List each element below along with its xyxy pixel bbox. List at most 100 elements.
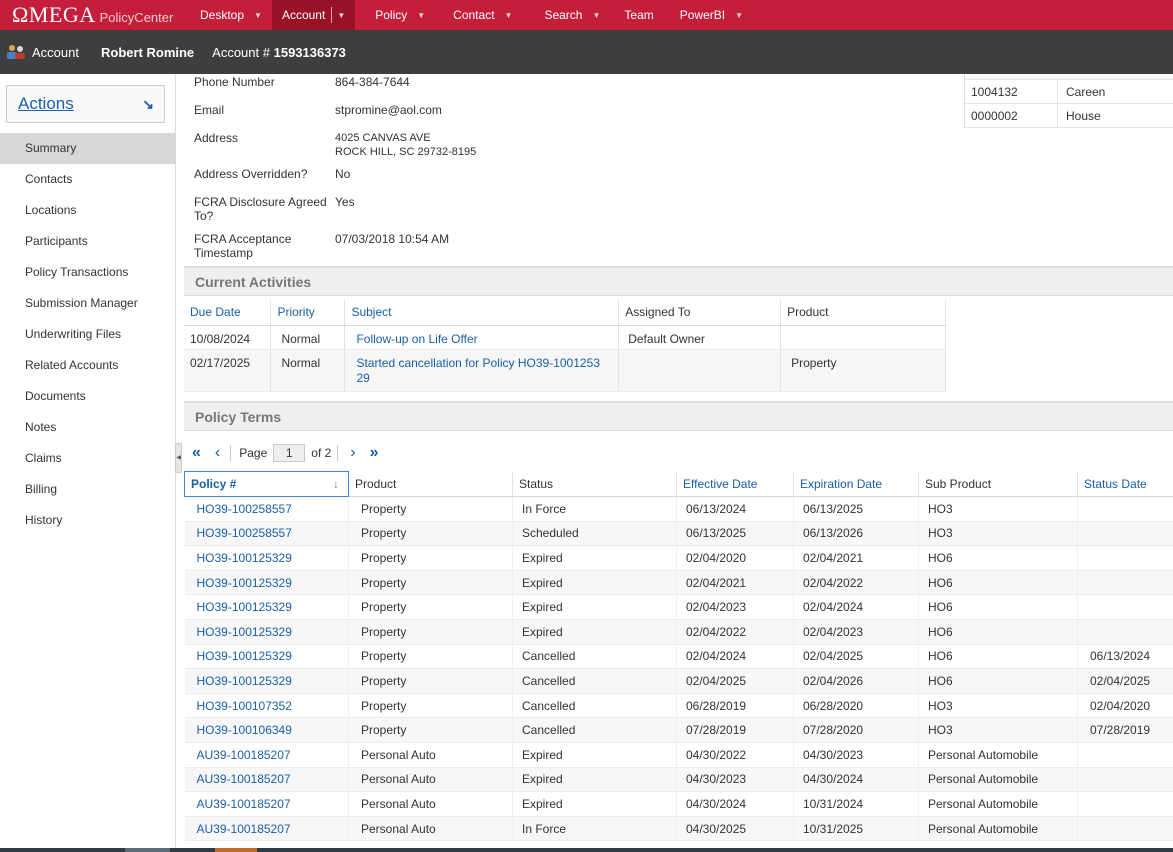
page-label: Page [239,446,268,460]
policy-number-link[interactable]: HO39-100125329 [184,668,349,694]
policy-number-link[interactable]: AU39-100185207 [184,742,349,768]
pager: « ‹ Page of 2 › » [192,441,379,465]
activity-subject-link[interactable]: Started cancellation for Policy HO39-100… [344,349,620,392]
policy-number-link[interactable]: HO39-100125329 [184,644,349,670]
col-status-date[interactable]: Status Date [1077,471,1173,497]
nav-team[interactable]: Team [614,0,663,30]
sidebar-item-documents[interactable]: Documents [0,381,176,412]
chevron-down-icon[interactable]: ▼ [505,11,513,20]
table-row[interactable]: AU39-100185207 Personal Auto Expired 04/30/… [184,791,1173,817]
policy-expiration-date: 02/04/2024 [793,594,919,620]
sidebar-item-claims[interactable]: Claims [0,443,176,474]
chevron-down-icon[interactable]: ▼ [735,11,743,20]
chevron-down-icon[interactable]: ▼ [417,11,425,20]
sidebar-collapse-handle[interactable]: ◀ [175,443,182,473]
producer-code-row[interactable]: 0000002 House [965,103,1173,128]
table-row[interactable]: HO39-100125329 Property Cancelled 02/04/202… [184,668,1173,694]
account-header: Account Robert Romine Account # 15931363… [0,30,1173,74]
sidebar-item-participants[interactable]: Participants [0,226,176,257]
first-page-icon[interactable]: « [192,444,201,462]
policy-number-link[interactable]: AU39-100185207 [184,767,349,793]
pager-divider [337,445,339,461]
col-due-date[interactable]: Due Date [184,300,272,326]
table-row[interactable]: HO39-100258557 Property In Force 06/13/2024… [184,496,1173,522]
col-policy-number[interactable]: Policy # ↓ [184,471,349,497]
table-row[interactable]: 02/17/2025 Normal Started cancellation f… [184,349,946,392]
col-assigned-to[interactable]: Assigned To [618,300,782,326]
nav-contact[interactable]: Contact ▼ [443,0,522,30]
address-line1: 4025 CANVAS AVE [335,132,431,144]
policy-number-link[interactable]: HO39-100258557 [184,521,349,547]
policy-status: Expired [512,594,677,620]
policy-number-link[interactable]: HO39-100125329 [184,594,349,620]
sidebar-item-contacts[interactable]: Contacts [0,164,176,195]
sidebar-item-summary[interactable]: Summary [0,133,176,164]
col-product[interactable]: Product [780,300,946,326]
table-row[interactable]: HO39-100258557 Property Scheduled 06/13/202… [184,521,1173,547]
table-row[interactable]: 10/08/2024 Normal Follow-up on Life Offe… [184,325,946,350]
policy-number-link[interactable]: HO39-100125329 [184,545,349,571]
col-subject[interactable]: Subject [344,300,620,326]
policy-product: Personal Auto [348,742,513,768]
policy-expiration-date: 04/30/2023 [793,742,919,768]
policy-number-link[interactable]: HO39-100107352 [184,693,349,719]
sidebar-item-underwriting-files[interactable]: Underwriting Files [0,319,176,350]
sidebar-item-related-accounts[interactable]: Related Accounts [0,350,176,381]
app-logo[interactable]: ΩMEGA PolicyCenter [0,2,190,28]
table-row[interactable]: HO39-100125329 Property Expired 02/04/2020 0… [184,545,1173,571]
prev-page-icon[interactable]: ‹ [215,444,220,462]
nav-policy[interactable]: Policy ▼ [365,0,435,30]
col-priority[interactable]: Priority [270,300,346,326]
col-sub-product[interactable]: Sub Product [918,471,1078,497]
nav-search[interactable]: Search ▼ [534,0,610,30]
policy-number-link[interactable]: HO39-100125329 [184,570,349,596]
table-row[interactable]: HO39-100107352 Property Cancelled 06/28/201… [184,693,1173,719]
col-effective-date[interactable]: Effective Date [676,471,794,497]
activity-subject-link[interactable]: Follow-up on Life Offer [344,325,620,350]
account-number-label: Account # [212,44,270,60]
sidebar-item-submission-manager[interactable]: Submission Manager [0,288,176,319]
table-row[interactable]: HO39-100125329 Property Expired 02/04/2022 0… [184,619,1173,645]
nav-powerbi[interactable]: PowerBI ▼ [670,0,753,30]
table-row[interactable]: AU39-100185207 Personal Auto Expired 04/30/… [184,767,1173,793]
table-row[interactable]: HO39-100125329 Property Expired 02/04/2023 0… [184,594,1173,620]
table-row[interactable]: AU39-100185207 Personal Auto In Force 04/30… [184,816,1173,842]
page-number-input[interactable] [273,444,306,462]
policy-status-date [1077,545,1173,571]
chevron-down-icon[interactable]: ▼ [254,11,262,20]
sidebar-item-notes[interactable]: Notes [0,412,176,443]
last-page-icon[interactable]: » [370,444,379,462]
sort-down-icon: ↓ [333,477,339,491]
nav-desktop[interactable]: Desktop ▼ [190,0,272,30]
policy-number-link[interactable]: HO39-100106349 [184,717,349,743]
nav-account[interactable]: Account ▼ [271,0,356,30]
producer-code-row[interactable]: 1004132 Careen [965,79,1173,104]
sidebar-item-history[interactable]: History [0,505,176,536]
table-row[interactable]: HO39-100106349 Property Cancelled 07/28/201… [184,717,1173,743]
next-page-icon[interactable]: › [350,444,355,462]
policy-product: Property [348,545,513,571]
sidebar-item-policy-transactions[interactable]: Policy Transactions [0,257,176,288]
col-status[interactable]: Status [512,471,677,497]
policy-number-link[interactable]: AU39-100185207 [184,816,349,842]
table-row[interactable]: AU39-100185207 Personal Auto Expired 04/30/… [184,742,1173,768]
policy-status: Scheduled [512,521,677,547]
policy-status: Expired [512,570,677,596]
policy-number-link[interactable]: HO39-100258557 [184,496,349,522]
table-row[interactable]: HO39-100125329 Property Cancelled 02/04/202… [184,644,1173,670]
chevron-down-icon[interactable]: ▼ [337,11,345,20]
producer-name: House [1057,103,1101,128]
sidebar-item-locations[interactable]: Locations [0,195,176,226]
table-row[interactable]: HO39-100125329 Property Expired 02/04/2021 0… [184,570,1173,596]
policy-number-link[interactable]: AU39-100185207 [184,791,349,817]
actions-button[interactable]: Actions ↘ [6,85,165,123]
policy-number-link[interactable]: HO39-100125329 [184,619,349,645]
policy-product: Property [348,644,513,670]
policy-expiration-date: 10/31/2024 [793,791,919,817]
chevron-down-icon[interactable]: ▼ [592,11,600,20]
col-product[interactable]: Product [348,471,513,497]
policy-sub-product: HO3 [918,717,1078,743]
col-expiration-date[interactable]: Expiration Date [793,471,919,497]
policy-expiration-date: 02/04/2025 [793,644,919,670]
sidebar-item-billing[interactable]: Billing [0,474,176,505]
